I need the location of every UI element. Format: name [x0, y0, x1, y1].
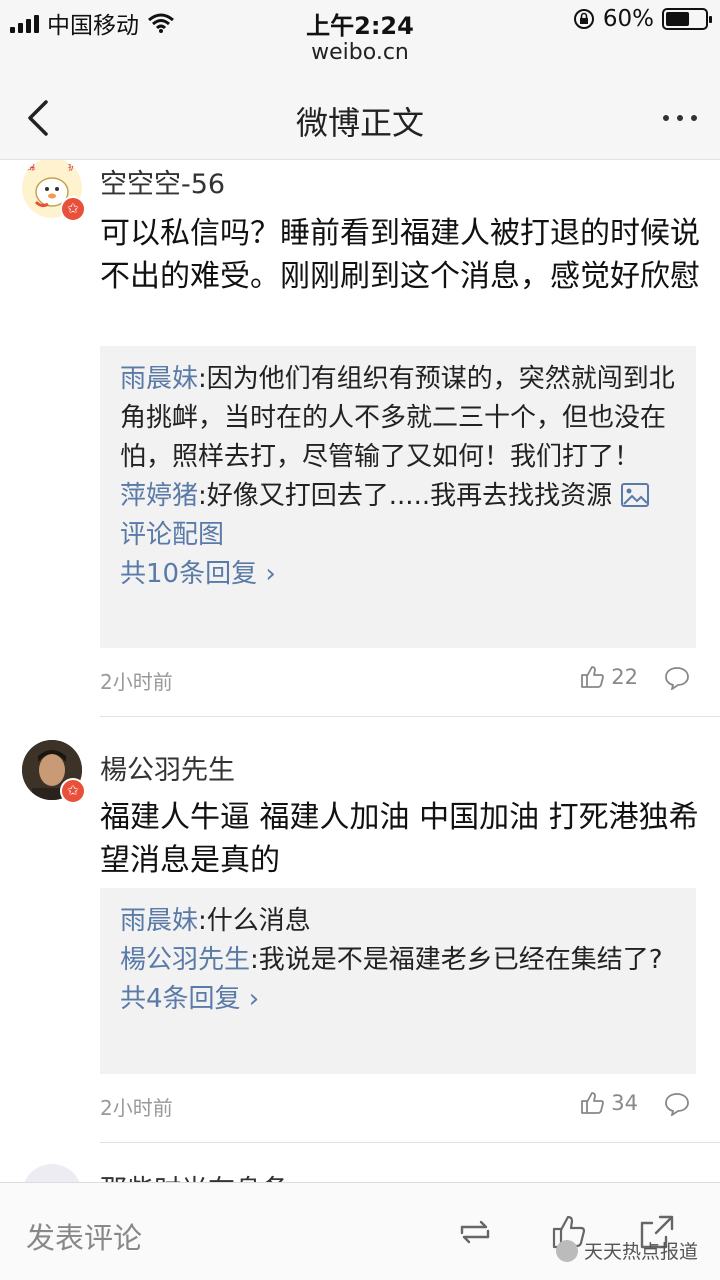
- status-right: 60%: [573, 6, 712, 32]
- more-replies-link[interactable]: 共4条回复 ›: [120, 980, 676, 1019]
- reply-text: :好像又打回去了.....我再去找找资源: [198, 481, 613, 511]
- avatar[interactable]: 锦 护 ✩: [22, 160, 86, 222]
- comment-text: 可以私信吗？睡前看到福建人被打退的时候说不出的难受。刚刚刷到这个消息，感觉好欣慰: [100, 216, 700, 294]
- thumbs-up-icon: [581, 1092, 605, 1114]
- comment-image-link[interactable]: 评论配图: [120, 520, 224, 550]
- comment-username[interactable]: 那些时光在身备: [100, 1168, 289, 1182]
- comment-text: 福建人牛逼 福建人加油 中国加油 打死港独希望消息是真的: [100, 800, 699, 878]
- comment-time: 2小时前: [100, 1096, 173, 1120]
- reply-box[interactable]: 雨晨妹:因为他们有组织有预谋的，突然就闯到北角挑衅，当时在的人不多就二三十个，但…: [100, 346, 696, 648]
- verified-badge-icon: ✩: [60, 778, 86, 804]
- svg-text:护: 护: [68, 161, 77, 173]
- url-label[interactable]: weibo.cn: [0, 40, 720, 65]
- comment-username[interactable]: 空空空-56: [100, 162, 225, 201]
- like-button[interactable]: 22: [579, 664, 638, 690]
- reply-text: :因为他们有组织有预谋的，突然就闯到北角挑衅，当时在的人不多就二三十个，但也没在…: [120, 364, 675, 472]
- repost-icon[interactable]: [456, 1213, 494, 1251]
- rotation-lock-icon: [573, 9, 594, 29]
- like-count: 22: [611, 665, 638, 689]
- reply-author[interactable]: 雨晨妹: [120, 364, 198, 394]
- reply-box[interactable]: 雨晨妹:什么消息 楊公羽先生:我说是不是福建老乡已经在集结了? 共4条回复 ›: [100, 888, 696, 1074]
- image-icon: [621, 483, 650, 507]
- avatar[interactable]: [22, 1164, 82, 1182]
- reply-item: 雨晨妹:因为他们有组织有预谋的，突然就闯到北角挑衅，当时在的人不多就二三十个，但…: [120, 360, 676, 477]
- reply-text: :我说是不是福建老乡已经在集结了?: [250, 945, 663, 975]
- avatar[interactable]: ✩: [22, 740, 86, 804]
- battery-percent: 60%: [602, 6, 654, 32]
- wechat-logo-icon: [555, 1239, 578, 1262]
- more-replies-link[interactable]: 共10条回复 ›: [120, 555, 676, 594]
- reply-bubble-icon[interactable]: [664, 1092, 690, 1116]
- divider: [100, 716, 720, 717]
- more-dots-icon[interactable]: [658, 98, 702, 138]
- like-count: 34: [611, 1091, 638, 1115]
- divider: [100, 1142, 720, 1143]
- verified-badge-icon: ✩: [60, 196, 86, 222]
- watermark: 天天热点报道: [555, 1237, 698, 1264]
- reply-bubble-icon[interactable]: [664, 666, 690, 690]
- like-button[interactable]: 34: [579, 1090, 638, 1116]
- reply-item: 雨晨妹:什么消息: [120, 902, 676, 941]
- reply-item: 萍婷猪:好像又打回去了.....我再去找找资源 评论配图: [120, 477, 676, 555]
- reply-author[interactable]: 萍婷猪: [120, 481, 198, 511]
- comment-time: 2小时前: [100, 670, 173, 694]
- reply-text: :什么消息: [198, 906, 311, 936]
- battery-icon: [662, 8, 712, 30]
- comment-username[interactable]: 楊公羽先生: [100, 748, 235, 787]
- bottom-action-bar: 发表评论 天天热点报道: [0, 1182, 720, 1280]
- reply-item: 楊公羽先生:我说是不是福建老乡已经在集结了?: [120, 941, 676, 980]
- comment-input[interactable]: 发表评论: [26, 1215, 142, 1257]
- reply-author[interactable]: 雨晨妹: [120, 906, 198, 936]
- status-bar: 中国移动 上午2:24 weibo.cn 60%: [0, 0, 720, 76]
- reply-author[interactable]: 楊公羽先生: [120, 945, 250, 975]
- nav-bar: 微博正文: [0, 76, 720, 160]
- svg-text:锦: 锦: [26, 161, 35, 173]
- comment-list: 锦 护 ✩ 空空空-56 可以私信吗？睡前看到福建人被打退的时候说不出的难受。刚…: [0, 160, 720, 1182]
- thumbs-up-icon: [581, 666, 605, 688]
- page-title: 微博正文: [295, 104, 424, 142]
- watermark-text: 天天热点报道: [583, 1241, 698, 1263]
